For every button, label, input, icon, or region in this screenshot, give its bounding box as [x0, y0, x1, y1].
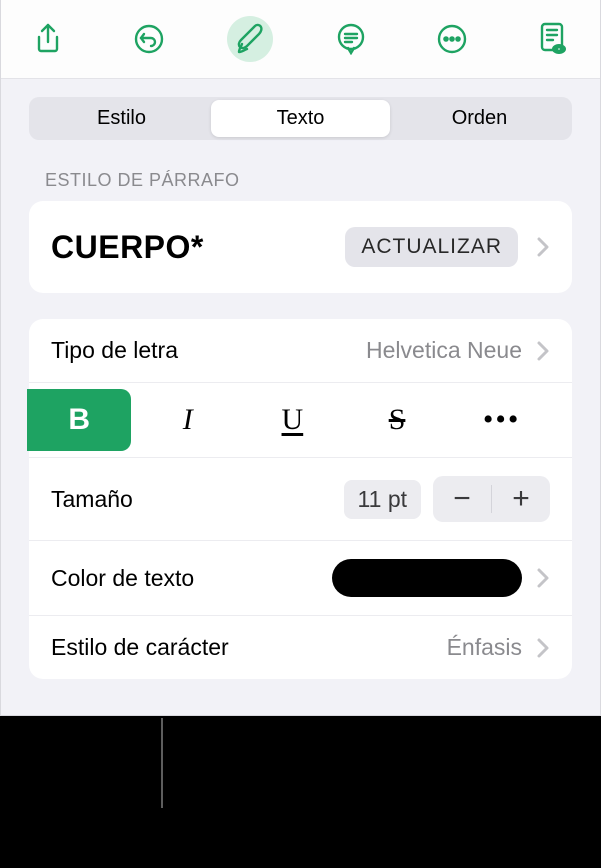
format-brush-icon[interactable] [227, 16, 273, 62]
comment-icon[interactable] [328, 16, 374, 62]
strikethrough-button[interactable]: S [349, 389, 446, 451]
font-value: Helvetica Neue [366, 337, 522, 364]
text-color-label: Color de texto [51, 565, 318, 592]
size-decrease-button[interactable]: − [433, 476, 491, 522]
text-color-row[interactable]: Color de texto [29, 540, 572, 615]
character-style-value: Énfasis [447, 634, 522, 661]
paragraph-style-name: CUERPO* [51, 229, 327, 266]
font-row[interactable]: Tipo de letra Helvetica Neue [29, 319, 572, 382]
paragraph-style-header: Estilo de párrafo [1, 152, 600, 201]
size-label: Tamaño [51, 486, 330, 513]
share-icon[interactable] [25, 16, 71, 62]
font-label: Tipo de letra [51, 337, 352, 364]
italic-button[interactable]: I [139, 389, 236, 451]
callout-line [161, 718, 163, 808]
more-text-options-button[interactable]: ••• [453, 389, 550, 451]
chevron-right-icon [536, 567, 550, 589]
tab-style[interactable]: Estilo [32, 100, 211, 137]
tab-order[interactable]: Orden [390, 100, 569, 137]
paragraph-style-card[interactable]: CUERPO* ACTUALIZAR [29, 201, 572, 293]
bold-button[interactable]: B [27, 389, 131, 451]
format-tabs: Estilo Texto Orden [29, 97, 572, 140]
tab-text[interactable]: Texto [211, 100, 390, 137]
view-mode-icon[interactable] [530, 16, 576, 62]
character-style-label: Estilo de carácter [51, 634, 433, 661]
size-stepper: − + [433, 476, 550, 522]
update-style-button[interactable]: ACTUALIZAR [345, 227, 518, 267]
text-color-swatch[interactable] [332, 559, 522, 597]
size-value[interactable]: 11 pt [344, 480, 421, 519]
chevron-right-icon [536, 236, 550, 258]
size-row: Tamaño 11 pt − + [29, 457, 572, 540]
text-properties-group: Tipo de letra Helvetica Neue B I U S •••… [29, 319, 572, 679]
character-style-row[interactable]: Estilo de carácter Énfasis [29, 615, 572, 679]
undo-icon[interactable] [126, 16, 172, 62]
chevron-right-icon [536, 637, 550, 659]
underline-button[interactable]: U [244, 389, 341, 451]
top-toolbar [1, 0, 600, 79]
size-increase-button[interactable]: + [492, 476, 550, 522]
text-style-buttons: B I U S ••• [29, 382, 572, 457]
more-icon[interactable] [429, 16, 475, 62]
chevron-right-icon [536, 340, 550, 362]
